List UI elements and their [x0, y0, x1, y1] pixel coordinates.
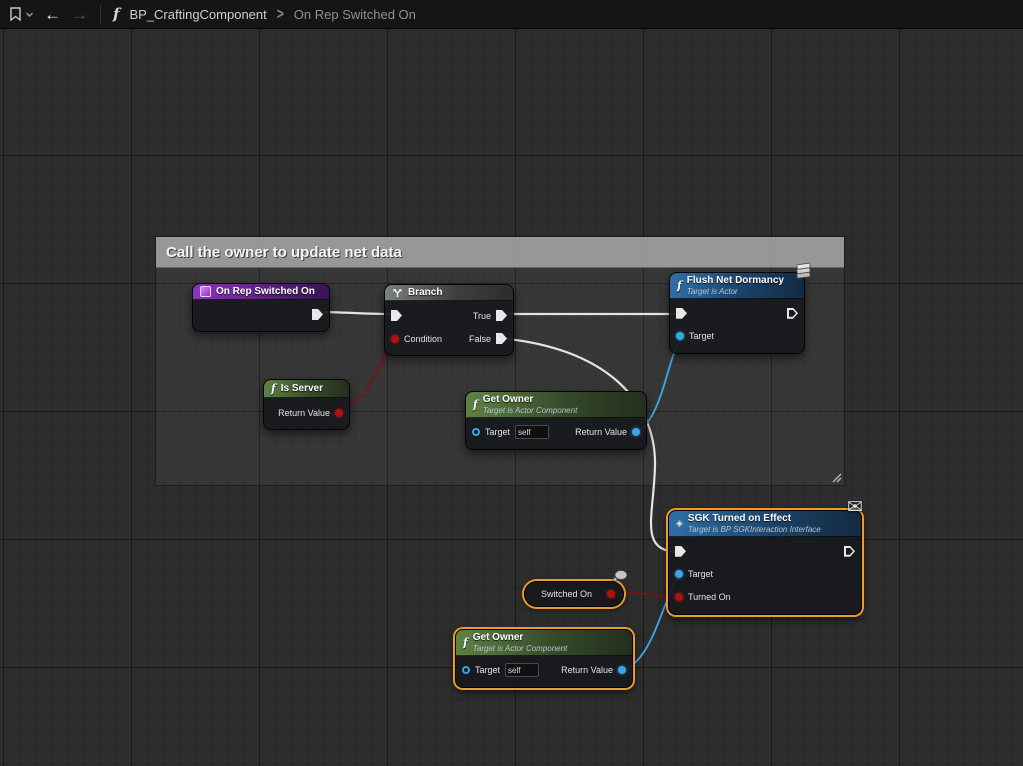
exec-out-pin[interactable] [312, 309, 323, 320]
exec-false-pin[interactable] [496, 333, 507, 344]
target-pin[interactable] [676, 332, 684, 340]
exec-true-pin[interactable] [496, 310, 507, 321]
interface-icon: ◈ [676, 518, 683, 529]
function-icon: f [271, 382, 276, 395]
function-icon: f [677, 279, 682, 292]
exec-in-pin[interactable] [676, 308, 687, 319]
switched-on-pin[interactable] [607, 590, 615, 598]
node-subtitle: Target is BP SGKInteraction Interface [688, 525, 821, 534]
pin-label-condition: Condition [404, 334, 442, 344]
graph-bookmark-button[interactable] [8, 6, 34, 22]
toolbar-divider [100, 5, 101, 23]
exec-out-pin[interactable] [844, 546, 855, 557]
breadcrumb-chevron-icon: > [277, 5, 284, 23]
dormancy-stack-icon [791, 260, 815, 284]
target-pin[interactable] [675, 570, 683, 578]
node-subtitle: Target is Actor [687, 287, 784, 296]
watch-icon [612, 570, 628, 582]
target-pin[interactable] [472, 428, 480, 436]
node-subtitle: Target is Actor Component [473, 644, 568, 653]
return-value-pin[interactable] [335, 409, 343, 417]
pin-label-return-value: Return Value [575, 427, 627, 437]
comment-resize-handle[interactable] [830, 471, 842, 483]
turned-on-pin[interactable] [675, 593, 683, 601]
bookmark-icon [8, 6, 23, 22]
return-value-pin[interactable] [618, 666, 626, 674]
target-value-input[interactable] [505, 663, 539, 677]
function-icon: f [113, 5, 119, 23]
comment-header[interactable]: Call the owner to update net data [156, 237, 844, 268]
chevron-down-icon [25, 10, 34, 19]
pin-label-target: Target [485, 427, 510, 437]
envelope-icon: ✉ [847, 498, 863, 517]
pin-label-target: Target [689, 331, 714, 341]
function-icon: f [473, 398, 478, 411]
node-title: Flush Net Dormancy [687, 275, 784, 287]
node-sgk-turned-on-effect[interactable]: ◈ SGK Turned on Effect Target is BP SGKI… [668, 510, 862, 615]
breadcrumb-current: On Rep Switched On [294, 7, 416, 22]
pin-label-turned-on: Turned On [688, 592, 731, 602]
node-flush-net-dormancy[interactable]: f Flush Net Dormancy Target is Actor Tar… [669, 272, 805, 354]
node-title: Branch [408, 287, 442, 298]
node-switched-on-getter[interactable]: Switched On [524, 581, 624, 607]
target-value-input[interactable] [515, 425, 549, 439]
exec-in-pin[interactable] [675, 546, 686, 557]
branch-icon [392, 287, 403, 298]
comment-title: Call the owner to update net data [166, 244, 402, 261]
pin-label-false: False [469, 334, 491, 344]
pin-label-true: True [473, 311, 491, 321]
node-title: Get Owner [473, 632, 568, 644]
breadcrumb-root[interactable]: BP_CraftingComponent [129, 7, 266, 22]
toolbar: ← → f BP_CraftingComponent > On Rep Swit… [0, 0, 1023, 29]
variable-label: Switched On [541, 589, 592, 599]
exec-out-pin[interactable] [787, 308, 798, 319]
node-subtitle: Target is Actor Component [483, 406, 578, 415]
target-pin[interactable] [462, 666, 470, 674]
node-on-rep-switched-on[interactable]: On Rep Switched On [192, 283, 330, 332]
pin-label-return-value: Return Value [561, 665, 613, 675]
back-button[interactable]: ← [44, 6, 61, 23]
return-value-pin[interactable] [632, 428, 640, 436]
node-branch[interactable]: Branch True Condition False [384, 284, 514, 356]
node-title: SGK Turned on Effect [688, 513, 821, 525]
condition-pin[interactable] [391, 335, 399, 343]
node-title: Is Server [281, 383, 323, 394]
pin-label-target: Target [688, 569, 713, 579]
node-title: Get Owner [483, 394, 578, 406]
node-get-owner-top[interactable]: f Get Owner Target is Actor Component Ta… [465, 391, 647, 450]
node-get-owner-bottom[interactable]: f Get Owner Target is Actor Component Ta… [455, 629, 633, 688]
event-icon [200, 286, 211, 297]
forward-button[interactable]: → [71, 6, 88, 23]
node-title: On Rep Switched On [216, 286, 315, 297]
function-icon: f [463, 636, 468, 649]
node-is-server[interactable]: f Is Server Return Value [263, 379, 350, 430]
pin-label-return-value: Return Value [278, 408, 330, 418]
exec-in-pin[interactable] [391, 310, 402, 321]
pin-label-target: Target [475, 665, 500, 675]
